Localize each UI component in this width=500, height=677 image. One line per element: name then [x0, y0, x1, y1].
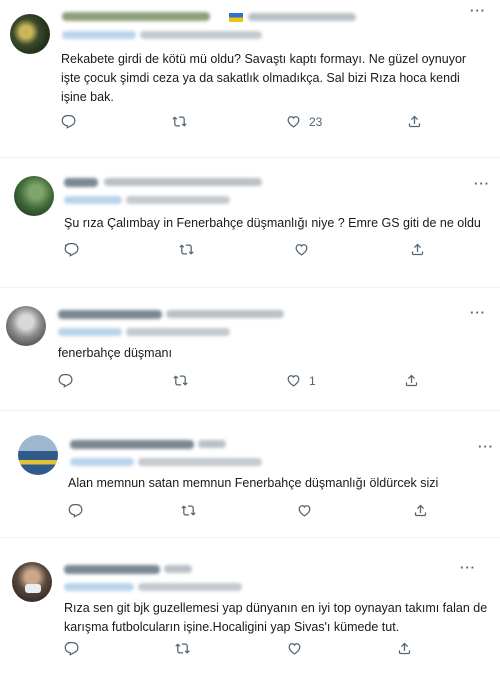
share-button[interactable]: [413, 503, 428, 518]
reply-button[interactable]: [68, 503, 83, 518]
share-button[interactable]: [404, 373, 419, 388]
more-options-icon[interactable]: ···: [470, 3, 486, 18]
more-options-icon[interactable]: ···: [470, 305, 486, 320]
tweet[interactable]: ··· Rıza sen git bjk guzellemesi yap dün…: [0, 538, 500, 677]
retweet-icon: [175, 643, 190, 654]
more-options-icon[interactable]: ···: [460, 560, 476, 575]
retweet-button[interactable]: [181, 503, 196, 518]
share-icon: [398, 642, 411, 655]
reply-button[interactable]: [58, 373, 73, 388]
replying-to-label: [126, 328, 230, 336]
more-options-icon[interactable]: ···: [478, 439, 494, 454]
replying-to-label: [140, 31, 262, 39]
share-button[interactable]: [407, 114, 422, 129]
replying-to-label: [138, 583, 242, 591]
like-count: 1: [309, 373, 316, 388]
replying-to-handle[interactable]: [64, 583, 134, 591]
display-name[interactable]: [64, 178, 98, 187]
more-options-icon[interactable]: ···: [474, 176, 490, 191]
retweet-button[interactable]: [172, 114, 187, 129]
retweet-icon: [172, 116, 187, 127]
share-icon: [411, 243, 424, 256]
replying-to-handle[interactable]: [64, 196, 122, 204]
heart-icon: [295, 244, 308, 256]
tweet[interactable]: ··· Şu rıza Çalımbay in Fenerbahçe düşma…: [0, 158, 500, 286]
reply-icon: [64, 242, 79, 257]
avatar[interactable]: [18, 435, 58, 475]
avatar[interactable]: [6, 306, 46, 346]
share-icon: [414, 504, 427, 517]
retweet-button[interactable]: [179, 242, 194, 257]
display-name[interactable]: [62, 12, 210, 21]
heart-icon: [287, 375, 300, 387]
face-mask: [25, 584, 41, 593]
tweet-text: Rekabete girdi de kötü mü oldu? Savaştı …: [61, 52, 467, 104]
user-handle[interactable]: [198, 440, 226, 448]
reply-icon: [64, 641, 79, 656]
replying-to-handle[interactable]: [62, 31, 136, 39]
display-name[interactable]: [70, 440, 194, 449]
replying-to-label: [138, 458, 262, 466]
tweet-text: fenerbahçe düşmanı: [58, 346, 172, 360]
reply-icon: [61, 114, 76, 129]
tweet-text: Alan memnun satan memnun Fenerbahçe düşm…: [68, 476, 439, 490]
heart-icon: [298, 505, 311, 517]
tweet[interactable]: ··· Rekabete girdi de kötü mü oldu? Sava…: [0, 0, 500, 155]
retweet-icon: [181, 505, 196, 516]
ukraine-flag-icon: [229, 13, 243, 22]
reply-icon: [58, 373, 73, 388]
tweet-text: Rıza sen git bjk guzellemesi yap dünyanı…: [64, 601, 488, 634]
reply-button[interactable]: [64, 242, 79, 257]
like-button[interactable]: [294, 242, 317, 257]
replying-to-handle[interactable]: [58, 328, 122, 336]
heart-icon: [288, 643, 301, 655]
retweet-button[interactable]: [173, 373, 188, 388]
replying-to-label: [126, 196, 230, 204]
reply-icon: [68, 503, 83, 518]
avatar[interactable]: [10, 14, 50, 54]
avatar[interactable]: [14, 176, 54, 216]
display-name[interactable]: [64, 565, 160, 574]
share-icon: [405, 374, 418, 387]
user-handle[interactable]: [248, 13, 356, 21]
retweet-icon: [173, 375, 188, 386]
like-button[interactable]: 1: [286, 373, 316, 388]
like-count: 23: [309, 114, 323, 129]
like-button[interactable]: 23: [286, 114, 322, 129]
user-handle[interactable]: [166, 310, 284, 318]
display-name[interactable]: [58, 310, 162, 319]
heart-icon: [287, 116, 300, 128]
share-button[interactable]: [410, 242, 425, 257]
avatar[interactable]: [12, 562, 52, 602]
share-icon: [408, 115, 421, 128]
tweet[interactable]: ··· Alan memnun satan memnun Fenerbahçe …: [0, 411, 500, 536]
user-handle[interactable]: [164, 565, 192, 573]
replying-to-handle[interactable]: [70, 458, 134, 466]
tweet[interactable]: ··· fenerbahçe düşmanı 1: [0, 288, 500, 408]
share-button[interactable]: [397, 641, 412, 656]
reply-button[interactable]: [64, 641, 79, 656]
user-handle[interactable]: [104, 178, 262, 186]
like-button[interactable]: [287, 641, 310, 656]
retweet-button[interactable]: [175, 641, 190, 656]
like-button[interactable]: [297, 503, 320, 518]
retweet-icon: [179, 244, 194, 255]
reply-button[interactable]: [61, 114, 76, 129]
